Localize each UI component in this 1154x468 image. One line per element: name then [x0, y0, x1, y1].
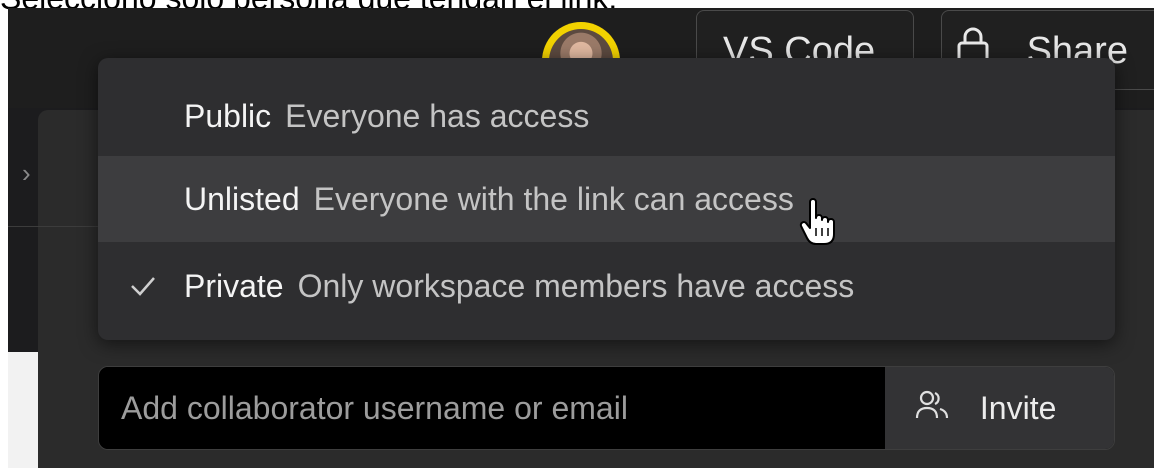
chevron-right-icon[interactable]: ›: [22, 158, 31, 189]
option-title: Unlisted: [184, 181, 300, 217]
visibility-option-unlisted[interactable]: Unlisted Everyone with the link can acces…: [98, 156, 1115, 242]
hand-cursor-icon: [798, 198, 838, 248]
check-icon: [128, 243, 158, 329]
visibility-dropdown: Public Everyone has access Unlisted Everyo…: [98, 58, 1115, 340]
invite-button-label: Invite: [979, 390, 1057, 426]
option-description: Everyone has access: [285, 98, 590, 134]
option-description: Everyone with the link can access: [313, 181, 794, 217]
background-page-strip: [8, 352, 38, 468]
invite-row: Invite: [98, 366, 1115, 450]
collaborator-input[interactable]: [99, 367, 885, 449]
visibility-option-public[interactable]: Public Everyone has access: [98, 73, 1115, 159]
option-description: Only workspace members have access: [297, 268, 855, 304]
option-title: Private: [184, 268, 284, 304]
invite-button[interactable]: Invite: [885, 367, 1114, 449]
users-icon: [915, 370, 949, 449]
screen: Selecciono solo persona que tengan el li…: [0, 0, 1154, 468]
option-title: Public: [184, 98, 272, 134]
divider: [8, 226, 98, 227]
visibility-option-private[interactable]: Private Only workspace members have acces…: [98, 243, 1115, 329]
